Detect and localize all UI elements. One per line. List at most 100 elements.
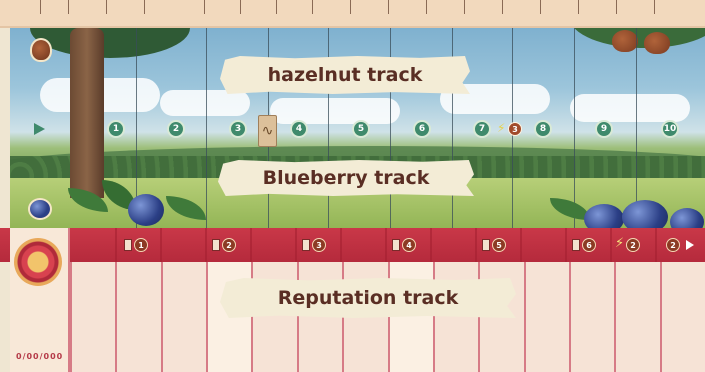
hazelnut-decoration [644,32,670,54]
reputation-cell[interactable] [659,262,705,372]
reputation-divider [610,228,612,262]
ruler-tick [426,0,427,14]
reputation-reward-3: 3 [302,236,326,254]
reward-number: 2 [666,238,680,252]
cloud [270,98,400,124]
reputation-divider [655,228,657,262]
reputation-divider [115,228,117,262]
reputation-divider [475,228,477,262]
blueberry-track-label: Blueberry track [218,160,474,196]
tree-canopy [30,28,190,58]
reputation-bolt-reward: 2 [626,236,640,254]
reputation-divider [295,228,297,262]
ruler-tick [578,0,579,14]
track-divider [574,28,575,228]
ruler-tick [276,0,277,14]
reward-number: 6 [582,238,596,252]
lightning-icon: ⚡ [615,236,625,251]
reward-number: 4 [402,238,416,252]
reputation-divider [250,228,252,262]
reputation-cell[interactable] [614,262,660,372]
blueberry-decoration [584,204,624,228]
card-icon [302,239,310,251]
reputation-reward-5: 5 [482,236,506,254]
hazelnut-decoration [612,30,638,52]
ruler-tick [106,0,107,14]
reward-number: 2 [626,238,640,252]
ruler-tick [40,0,41,14]
reputation-divider [520,228,522,262]
reputation-cell[interactable] [523,262,569,372]
ruler-tick [144,0,145,14]
ruler-tick [388,0,389,14]
cloud [160,90,250,116]
reward-number: 3 [312,238,326,252]
track-space-6[interactable]: 6 [413,120,431,138]
reputation-end-reward: 2 [666,236,680,254]
track-space-4[interactable]: 4 [290,120,308,138]
ruler-tick [540,0,541,14]
hazelnut-track-label: hazelnut track [220,56,470,94]
tree-trunk [70,28,104,198]
track-divider [636,28,637,228]
rose-icon [14,238,62,286]
card-icon [124,239,132,251]
player-count-marker: 0/00/000 [16,352,64,361]
ruler-tick [502,0,503,14]
card-icon [392,239,400,251]
lightning-icon: ⚡ [497,121,506,135]
blueberry-icon [28,198,52,220]
track-space-2[interactable]: 2 [167,120,185,138]
track-space-5[interactable]: 5 [352,120,370,138]
reputation-cell[interactable] [432,262,479,372]
reputation-cell[interactable] [115,262,161,372]
reward-number: 1 [134,238,148,252]
reputation-reward-4: 4 [392,236,416,254]
ruler-tick [204,0,205,14]
track-space-9[interactable]: 9 [595,120,613,138]
track-space-7[interactable]: 7 [473,120,491,138]
pawn-token[interactable]: ∿ [258,115,277,147]
reputation-cell[interactable] [568,262,615,372]
card-icon [212,239,220,251]
blueberry-decoration [128,194,164,226]
reputation-cell[interactable] [70,262,116,372]
reputation-divider [340,228,342,262]
reputation-cell[interactable] [160,262,207,372]
hazelnut-icon [30,38,52,62]
card-icon [572,239,580,251]
reputation-reward-6: 6 [572,236,596,254]
hazelnut-bonus-badge: 3 [508,122,522,136]
reputation-track-label: Reputation track [220,278,516,318]
reputation-reward-1: 1 [124,236,148,254]
reward-number: 5 [492,238,506,252]
reputation-divider [205,228,207,262]
reputation-divider [385,228,387,262]
blueberry-decoration [622,200,668,228]
reward-number: 2 [222,238,236,252]
cloud [570,94,690,122]
track-space-8[interactable]: 8 [534,120,552,138]
reputation-cell[interactable] [251,262,297,372]
card-icon [482,239,490,251]
reputation-divider [430,228,432,262]
game-board: hazelnut track Blueberry track 1 2 3 ∿ 4… [0,0,705,372]
track-space-10[interactable]: 10 [661,120,679,138]
ruler-tick [654,0,655,14]
ruler-tick [464,0,465,14]
reputation-divider [565,228,567,262]
top-ruler [0,0,705,28]
ruler-tick [312,0,313,14]
ruler-tick [616,0,617,14]
reputation-divider [160,228,162,262]
track-divider [206,28,207,228]
track-space-1[interactable]: 1 [107,120,125,138]
reputation-reward-2: 2 [212,236,236,254]
start-arrow-icon [34,123,45,135]
ruler-tick [240,0,241,14]
ruler-tick [350,0,351,14]
blueberry-decoration [670,208,704,228]
ruler-tick [68,0,69,14]
track-space-3[interactable]: 3 [229,120,247,138]
track-end-arrow-icon [686,240,694,250]
